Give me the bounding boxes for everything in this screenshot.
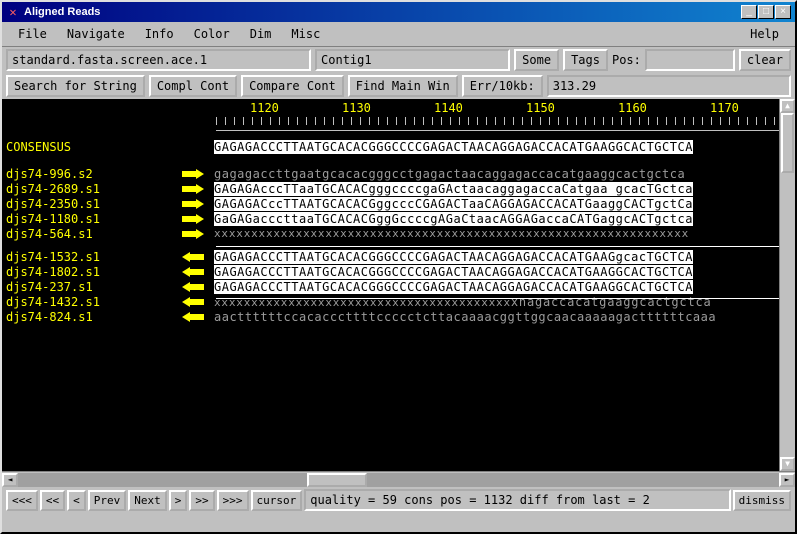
direction-arrow-left-icon xyxy=(182,282,214,292)
read-seq[interactable]: GAGAGACccTTAATGCACACGggcccCGAGACTaaCAGGA… xyxy=(214,197,693,211)
nav-next-button[interactable]: Next xyxy=(128,490,167,511)
compl-cont-button[interactable]: Compl Cont xyxy=(149,75,237,97)
consensus-label: CONSENSUS xyxy=(2,140,182,154)
close-button[interactable]: × xyxy=(775,5,791,19)
menu-file[interactable]: File xyxy=(8,24,57,44)
some-toggle[interactable]: Some xyxy=(514,49,559,71)
read-name[interactable]: djs74-1532.s1 xyxy=(2,250,182,264)
menu-navigate[interactable]: Navigate xyxy=(57,24,135,44)
direction-arrow-right-icon xyxy=(182,199,214,209)
read-name[interactable]: djs74-1432.s1 xyxy=(2,295,182,309)
direction-arrow-left-icon xyxy=(182,312,214,322)
ruler-tick: 1140 xyxy=(434,101,463,115)
find-main-win-button[interactable]: Find Main Win xyxy=(348,75,458,97)
status-bar: quality = 59 cons pos = 1132 diff from l… xyxy=(304,489,730,511)
scroll-thumb[interactable] xyxy=(781,113,794,173)
direction-arrow-right-icon xyxy=(182,184,214,194)
window-title: Aligned Reads xyxy=(24,6,741,18)
read-seq[interactable]: GAGAGACCCTTAATGCACACGGGCCCCGAGACTAACAGGA… xyxy=(214,280,693,294)
pos-label: Pos: xyxy=(612,53,641,67)
toolbar-row-1: standard.fasta.screen.ace.1 Contig1 Some… xyxy=(2,47,795,73)
maximize-button[interactable]: □ xyxy=(758,5,774,19)
direction-arrow-right-icon xyxy=(182,169,214,179)
ruler-tick: 1150 xyxy=(526,101,555,115)
direction-arrow-left-icon xyxy=(182,267,214,277)
menu-misc[interactable]: Misc xyxy=(281,24,330,44)
horizontal-scrollbar[interactable]: ◄ ► xyxy=(2,471,795,487)
consensus-seq[interactable]: GAGAGACCCTTAATGCACACGGGCCCCGAGACTAACAGGA… xyxy=(214,140,693,154)
read-seq-x[interactable]: xxxxxxxxxxxxxxxxxxxxxxxxxxxxxxxxxxxxxxxx… xyxy=(214,295,779,309)
tags-toggle[interactable]: Tags xyxy=(563,49,608,71)
alignment-view[interactable]: 1120 1130 1140 1150 1160 1170 CONSENSUS … xyxy=(2,99,795,471)
separator xyxy=(216,246,779,247)
read-seq[interactable]: GaGAGacccttaaTGCACACGggGccccgAGaCtaacAGG… xyxy=(214,212,693,226)
read-seq[interactable]: GAGAGAcccTTaaTGCACACgggccccgaGActaacagga… xyxy=(214,182,693,196)
nav-prev-button[interactable]: Prev xyxy=(88,490,127,511)
scroll-right-button[interactable]: ► xyxy=(779,473,795,487)
app-icon: ✕ xyxy=(6,5,20,19)
ruler: 1120 1130 1140 1150 1160 1170 xyxy=(216,99,779,135)
direction-arrow-left-icon xyxy=(182,252,214,262)
menu-help[interactable]: Help xyxy=(740,24,789,44)
read-name[interactable]: djs74-1180.s1 xyxy=(2,212,182,226)
separator xyxy=(216,298,779,299)
scroll-thumb[interactable] xyxy=(307,473,367,487)
read-name[interactable]: djs74-1802.s1 xyxy=(2,265,182,279)
menu-info[interactable]: Info xyxy=(135,24,184,44)
titlebar: ✕ Aligned Reads _ □ × xyxy=(2,2,795,22)
read-seq[interactable]: gagagaccttgaatgcacacgggcctgagactaacaggag… xyxy=(214,167,685,181)
ruler-tick: 1170 xyxy=(710,101,739,115)
minimize-button[interactable]: _ xyxy=(741,5,757,19)
err-value: 313.29 xyxy=(547,75,791,97)
scroll-down-button[interactable]: ▼ xyxy=(780,457,795,471)
nav-up-button[interactable]: < xyxy=(67,490,86,511)
clear-button[interactable]: clear xyxy=(739,49,791,71)
nav-first-button[interactable]: <<< xyxy=(6,490,38,511)
scroll-up-button[interactable]: ▲ xyxy=(780,99,795,113)
ruler-tick: 1120 xyxy=(250,101,279,115)
dismiss-button[interactable]: dismiss xyxy=(733,490,791,511)
contig-field[interactable]: Contig1 xyxy=(315,49,510,71)
direction-arrow-right-icon xyxy=(182,214,214,224)
cursor-button[interactable]: cursor xyxy=(251,490,303,511)
pos-input[interactable] xyxy=(645,49,735,71)
nav-pagedown-button[interactable]: >> xyxy=(189,490,214,511)
read-name[interactable]: djs74-237.s1 xyxy=(2,280,182,294)
read-area: CONSENSUS GAGAGACCCTTAATGCACACGGGCCCCGAG… xyxy=(2,139,779,324)
read-seq[interactable]: aacttttttccacacccttttccccctcttacaaaacggt… xyxy=(214,310,716,324)
read-name[interactable]: djs74-996.s2 xyxy=(2,167,182,181)
menubar: File Navigate Info Color Dim Misc Help xyxy=(2,22,795,47)
nav-last-button[interactable]: >>> xyxy=(217,490,249,511)
menu-dim[interactable]: Dim xyxy=(240,24,282,44)
ruler-tick: 1130 xyxy=(342,101,371,115)
read-name[interactable]: djs74-2350.s1 xyxy=(2,197,182,211)
direction-arrow-right-icon xyxy=(182,229,214,239)
bottom-toolbar: <<< << < Prev Next > >> >>> cursor quali… xyxy=(2,487,795,513)
window-controls: _ □ × xyxy=(741,5,791,19)
read-seq-x[interactable]: xxxxxxxxxxxxxxxxxxxxxxxxxxxxxxxxxxxxxxxx… xyxy=(214,227,689,240)
toolbar-row-2: Search for String Compl Cont Compare Con… xyxy=(2,73,795,99)
nav-down-button[interactable]: > xyxy=(169,490,188,511)
read-name[interactable]: djs74-824.s1 xyxy=(2,310,182,324)
read-seq[interactable]: GAGAGACCCTTAATGCACACGGGCCCCGAGACTAACAGGA… xyxy=(214,265,693,279)
scroll-left-button[interactable]: ◄ xyxy=(2,473,18,487)
search-string-button[interactable]: Search for String xyxy=(6,75,145,97)
menu-color[interactable]: Color xyxy=(184,24,240,44)
ruler-tick: 1160 xyxy=(618,101,647,115)
read-seq[interactable]: GAGAGACCCTTAATGCACACGGGCCCCGAGACTAACAGGA… xyxy=(214,250,693,264)
vertical-scrollbar[interactable]: ▲ ▼ xyxy=(779,99,795,471)
direction-arrow-left-icon xyxy=(182,297,214,307)
nav-pageup-button[interactable]: << xyxy=(40,490,65,511)
scroll-track[interactable] xyxy=(18,473,779,487)
err-10kb-button[interactable]: Err/10kb: xyxy=(462,75,543,97)
read-name[interactable]: djs74-564.s1 xyxy=(2,227,182,241)
file-path-field[interactable]: standard.fasta.screen.ace.1 xyxy=(6,49,311,71)
compare-cont-button[interactable]: Compare Cont xyxy=(241,75,344,97)
read-name[interactable]: djs74-2689.s1 xyxy=(2,182,182,196)
